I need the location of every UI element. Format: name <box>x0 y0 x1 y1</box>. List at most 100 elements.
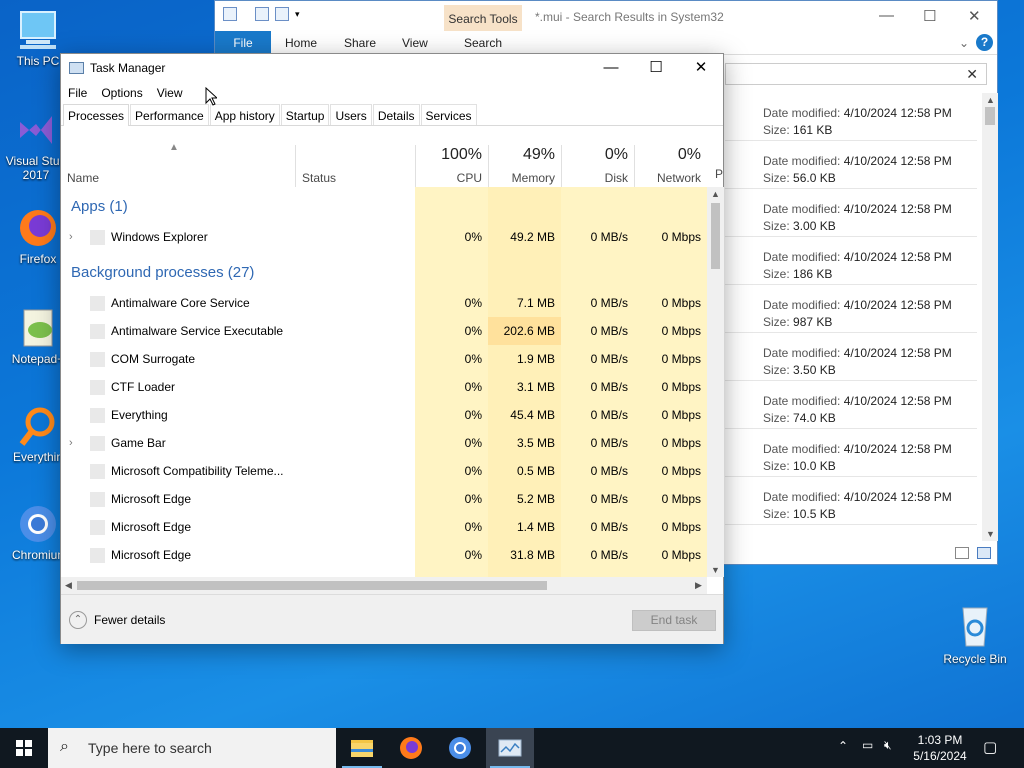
process-list-horizontal-scrollbar[interactable]: ◀ ▶ <box>61 577 707 594</box>
scroll-thumb[interactable] <box>985 107 995 125</box>
table-row[interactable]: › Windows Explorer 0% 49.2 MB 0 MB/s 0 Mbps <box>61 223 707 251</box>
close-button[interactable]: ✕ <box>678 54 724 82</box>
disk-cell: 0 MB/s <box>590 380 628 394</box>
menu-options[interactable]: Options <box>101 82 148 104</box>
table-row[interactable]: › Game Bar 0% 3.5 MB 0 MB/s 0 Mbps <box>61 429 707 457</box>
explorer-search-box[interactable]: ✕ <box>725 63 987 85</box>
tab-services[interactable]: Services <box>420 104 477 125</box>
chevron-up-icon[interactable]: ▲ <box>711 189 720 199</box>
taskbar-firefox[interactable] <box>387 728 435 768</box>
search-result-item[interactable]: Date modified: 4/10/2024 12:58 PM Size: 1… <box>725 237 977 285</box>
scroll-thumb[interactable] <box>711 203 720 269</box>
end-task-button[interactable]: End task <box>632 610 716 631</box>
chevron-down-icon[interactable]: ⌄ <box>959 36 969 50</box>
chevron-right-icon[interactable]: ▶ <box>695 580 702 591</box>
search-result-item[interactable]: Date modified: 4/10/2024 12:58 PM Size: 1… <box>725 93 977 141</box>
chevron-down-icon[interactable]: ▼ <box>711 565 720 575</box>
taskbar-file-explorer[interactable] <box>338 728 386 768</box>
close-icon[interactable]: ✕ <box>966 66 978 83</box>
tab-users[interactable]: Users <box>330 104 372 125</box>
taskbar-search-box[interactable]: ⌕ Type here to search <box>48 728 336 768</box>
volume-muted-icon[interactable]: 🔇︎ <box>884 738 892 768</box>
search-result-item[interactable]: Date modified: 4/10/2024 12:58 PM Size: 7… <box>725 381 977 429</box>
minimize-button[interactable]: — <box>588 54 634 82</box>
maximize-icon[interactable]: ☐ <box>923 7 936 25</box>
date-modified-line: Date modified: 4/10/2024 12:58 PM <box>763 442 952 456</box>
chevron-down-icon[interactable]: ▼ <box>986 529 995 539</box>
new-folder-icon[interactable] <box>275 7 289 21</box>
ribbon-tab-home[interactable]: Home <box>285 36 317 50</box>
taskbar-chromium[interactable] <box>436 728 484 768</box>
tab-processes[interactable]: Processes <box>63 104 130 126</box>
tab-performance[interactable]: Performance <box>130 104 209 125</box>
tab-bar: Processes Performance App history Startu… <box>61 104 723 126</box>
size-line: Size: 161 KB <box>763 123 833 137</box>
tray-show-hidden-icon[interactable]: ⌃ <box>838 739 848 768</box>
cpu-cell: 0% <box>464 548 482 562</box>
table-row[interactable]: Microsoft Edge 0% 5.2 MB 0 MB/s 0 Mbps <box>61 485 707 513</box>
search-result-item[interactable]: Date modified: 4/10/2024 12:58 PM Size: 5… <box>725 141 977 189</box>
table-row[interactable]: Microsoft Edge 0% 1.4 MB 0 MB/s 0 Mbps <box>61 513 707 541</box>
folder-icon[interactable] <box>223 7 237 21</box>
computer-icon <box>16 8 60 52</box>
taskbar-task-manager[interactable] <box>486 728 534 768</box>
table-row[interactable]: Antimalware Core Service 0% 7.1 MB 0 MB/s 0 … <box>61 289 707 317</box>
large-icons-view-icon[interactable] <box>977 547 991 559</box>
tab-startup[interactable]: Startup <box>280 104 330 125</box>
table-row[interactable]: Antimalware Service Executable 0% 202.6 MB… <box>61 317 707 345</box>
ribbon-tab-search[interactable]: Search <box>464 36 502 50</box>
ribbon-tab-share[interactable]: Share <box>344 36 376 50</box>
scroll-thumb[interactable] <box>77 581 547 590</box>
fewer-details-button[interactable]: ⌃ Fewer details <box>69 611 165 629</box>
search-result-item[interactable]: Date modified: 4/10/2024 12:58 PM Size: 3… <box>725 333 977 381</box>
start-button[interactable] <box>0 728 48 768</box>
chevron-down-icon[interactable]: ▾ <box>295 7 309 21</box>
process-name: COM Surrogate <box>111 352 196 366</box>
column-header-name[interactable]: ▲ Name <box>61 142 295 187</box>
table-row[interactable]: Microsoft Edge 0% 31.8 MB 0 MB/s 0 Mbps <box>61 541 707 569</box>
cpu-cell: 0% <box>464 520 482 534</box>
search-result-item[interactable]: Date modified: 4/10/2024 12:58 PM Size: 1… <box>725 477 977 525</box>
explorer-vertical-scrollbar[interactable]: ▲ ▼ <box>982 93 998 541</box>
chevron-right-icon[interactable]: › <box>69 223 73 251</box>
process-name: Microsoft Edge <box>111 492 192 506</box>
chevron-right-icon[interactable]: › <box>69 429 73 457</box>
table-row[interactable]: Everything 0% 45.4 MB 0 MB/s 0 Mbps <box>61 401 707 429</box>
maximize-button[interactable]: ☐ <box>633 54 679 82</box>
menu-file[interactable]: File <box>68 82 93 104</box>
ribbon-tab-view[interactable]: View <box>402 36 428 50</box>
process-list-vertical-scrollbar[interactable]: ▲ ▼ <box>707 187 724 577</box>
chevron-up-icon[interactable]: ▲ <box>986 95 995 105</box>
properties-icon[interactable] <box>255 7 269 21</box>
column-header-memory[interactable]: 49% Memory <box>488 145 561 187</box>
table-row[interactable]: COM Surrogate 0% 1.9 MB 0 MB/s 0 Mbps <box>61 345 707 373</box>
column-header-network[interactable]: 0% Network <box>634 145 707 187</box>
network-icon[interactable]: ▭ <box>862 738 873 768</box>
table-row[interactable]: Microsoft Compatibility Teleme... 0% 0.5 M… <box>61 457 707 485</box>
details-view-icon[interactable] <box>955 547 969 559</box>
ribbon-tab-file[interactable]: File <box>215 31 271 55</box>
menu-view[interactable]: View <box>157 82 189 104</box>
help-icon[interactable]: ? <box>976 34 993 51</box>
column-header-power[interactable]: P <box>715 167 723 181</box>
tab-details[interactable]: Details <box>372 104 420 125</box>
minimize-icon[interactable]: — <box>879 7 894 24</box>
column-header-disk[interactable]: 0% Disk <box>561 145 634 187</box>
column-header-cpu[interactable]: 100% CPU <box>415 145 488 187</box>
table-row[interactable]: CTF Loader 0% 3.1 MB 0 MB/s 0 Mbps <box>61 373 707 401</box>
desktop-icon-recycle-bin[interactable]: Recycle Bin <box>943 602 1007 666</box>
desktop-icon-visual-studio[interactable]: Visual Stud 2017 <box>4 108 68 182</box>
taskbar-clock[interactable]: 1:03 PM 5/16/2024 <box>905 732 975 764</box>
chevron-left-icon[interactable]: ◀ <box>65 580 72 591</box>
tab-app-history[interactable]: App history <box>209 104 280 125</box>
search-result-item[interactable]: Date modified: 4/10/2024 12:58 PM Size: 1… <box>725 429 977 477</box>
search-tools-tab[interactable]: Search Tools <box>444 5 522 33</box>
notifications-icon[interactable]: ▢ <box>983 738 997 768</box>
close-icon[interactable]: ✕ <box>968 7 981 25</box>
search-result-item[interactable]: Date modified: 4/10/2024 12:58 PM Size: 3… <box>725 189 977 237</box>
clock-time: 1:03 PM <box>917 733 963 747</box>
process-icon <box>90 548 105 563</box>
column-header-status[interactable]: Status <box>295 145 415 187</box>
search-result-item[interactable]: Date modified: 4/10/2024 12:58 PM Size: 9… <box>725 285 977 333</box>
task-manager-window[interactable]: Task Manager — ☐ ✕ File Options View Pro… <box>60 53 724 644</box>
